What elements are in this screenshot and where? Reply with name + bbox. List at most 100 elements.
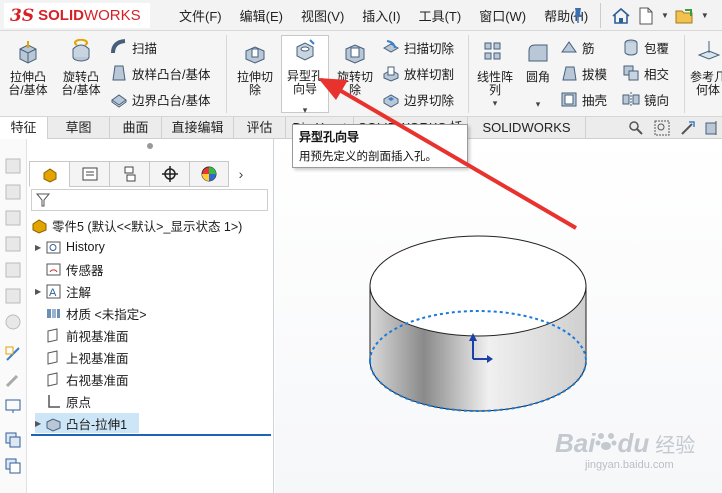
menu-edit[interactable]: 编辑(E): [231, 6, 292, 25]
plane-icon: [47, 371, 58, 387]
sketch-tool-icon[interactable]: [4, 157, 22, 175]
home-icon[interactable]: [611, 7, 631, 25]
plane-icon: [47, 327, 58, 343]
open-folder-icon[interactable]: [675, 7, 695, 25]
fillet-tool-icon[interactable]: [4, 261, 22, 279]
fillet-button[interactable]: 圆角 ▾: [520, 33, 556, 111]
tab-direct-editing[interactable]: 直接编辑: [162, 117, 234, 139]
lofted-cut-icon: [383, 66, 399, 82]
extruded-boss-button[interactable]: 拉伸凸 台/基体: [4, 33, 52, 97]
mirror-button[interactable]: 镜向: [622, 88, 669, 110]
menu-window[interactable]: 窗口(W): [470, 6, 535, 25]
chevron-right-icon[interactable]: ›: [229, 161, 253, 187]
boundary-boss-button[interactable]: 边界凸台/基体: [110, 88, 210, 110]
linear-pattern-dropdown-icon[interactable]: ▾: [472, 97, 518, 110]
pin-icon[interactable]: [570, 6, 586, 24]
zoom-area-icon[interactable]: [654, 120, 670, 136]
intersect-button[interactable]: 相交: [622, 62, 669, 84]
crosshair-icon: [161, 166, 178, 182]
history-icon: [46, 241, 61, 253]
previous-view-icon[interactable]: [680, 120, 696, 136]
tree-item-boss-extrude1[interactable]: ▶ 凸台-拉伸1: [35, 413, 139, 433]
tree-item-origin[interactable]: 原点: [45, 391, 91, 411]
panel-grip[interactable]: [147, 143, 153, 149]
menu-tools[interactable]: 工具(T): [410, 6, 471, 25]
tab-feature-tree[interactable]: [29, 161, 69, 187]
draft-button[interactable]: 拔模: [560, 62, 607, 84]
tree-item-annotations[interactable]: ▶ A 注解: [35, 281, 91, 301]
extrude-tool-icon[interactable]: [4, 183, 22, 201]
tree-item-label: 前视基准面: [66, 329, 129, 344]
hole-wizard-dropdown-icon[interactable]: ▾: [282, 104, 328, 117]
draft-label: 拔模: [582, 67, 608, 82]
wrap-button[interactable]: 包覆: [622, 36, 669, 58]
tree-root-label: 零件5 (默认<<默认>_显示状态 1>): [52, 219, 243, 234]
copy-tool-icon[interactable]: [4, 431, 22, 449]
tree-item-sensors[interactable]: 传感器: [45, 259, 104, 279]
tree-item-top-plane[interactable]: 上视基准面: [45, 347, 129, 367]
tab-solidworks-mbd[interactable]: SOLIDWORKS MBD: [468, 117, 586, 156]
rib-button[interactable]: 筋: [560, 36, 595, 58]
menu-help[interactable]: 帮助(H): [535, 6, 597, 25]
expand-arrow-icon[interactable]: ▶: [35, 243, 45, 252]
rollback-bar[interactable]: [31, 434, 271, 436]
rib-icon: [561, 41, 577, 53]
watermark-brand: Bai: [555, 428, 596, 458]
lofted-boss-icon: [112, 65, 126, 81]
edit-tool-icon[interactable]: [4, 371, 22, 389]
tab-evaluate[interactable]: 评估: [234, 117, 286, 139]
boundary-cut-button[interactable]: 边界切除: [382, 88, 454, 110]
tree-item-label: 材质 <未指定>: [66, 307, 147, 322]
revolved-cut-icon: [345, 44, 365, 64]
menu-view[interactable]: 视图(V): [292, 6, 353, 25]
section-view-icon[interactable]: [704, 120, 720, 136]
extruded-cut-button[interactable]: 拉伸切 除: [232, 33, 278, 97]
revolve-tool-icon[interactable]: [4, 209, 22, 227]
tab-features[interactable]: 特征: [0, 117, 48, 139]
lofted-boss-button[interactable]: 放样凸台/基体: [110, 62, 210, 84]
hole-wizard-button[interactable]: 异型孔 向导 ▾: [281, 35, 329, 115]
zoom-to-fit-icon[interactable]: [628, 120, 644, 136]
measure-tool-icon[interactable]: [4, 345, 22, 363]
shell-tool-icon[interactable]: [4, 313, 22, 331]
intersect-icon: [623, 65, 639, 81]
cut-tool-icon[interactable]: [4, 235, 22, 253]
filter-box[interactable]: [31, 189, 268, 211]
tree-root-part[interactable]: 零件5 (默认<<默认>_显示状态 1>): [31, 215, 242, 235]
expand-arrow-icon[interactable]: ▶: [35, 287, 45, 296]
menu-insert[interactable]: 插入(I): [353, 6, 409, 25]
view-tool-icon[interactable]: [4, 397, 22, 415]
linear-pattern-label: 线性阵 列: [476, 70, 513, 97]
linear-pattern-button[interactable]: 线性阵 列 ▾: [472, 33, 518, 110]
paste-tool-icon[interactable]: [4, 457, 22, 475]
tab-sketch[interactable]: 草图: [48, 117, 110, 139]
open-dropdown-icon[interactable]: ▼: [701, 11, 709, 20]
watermark-cn: 经验: [655, 435, 696, 457]
tab-display-manager[interactable]: [189, 161, 229, 187]
tree-item-material[interactable]: 材质 <未指定>: [45, 303, 147, 323]
swept-boss-button[interactable]: 扫描: [110, 36, 157, 58]
tab-dimxpert-manager[interactable]: [149, 161, 189, 187]
tab-surfaces[interactable]: 曲面: [110, 117, 162, 139]
tab-property-manager[interactable]: [69, 161, 109, 187]
tree-item-front-plane[interactable]: 前视基准面: [45, 325, 129, 345]
pattern-tool-icon[interactable]: [4, 287, 22, 305]
boundary-boss-label: 边界凸台/基体: [132, 93, 211, 108]
extruded-cut-icon: [245, 46, 265, 64]
tree-item-history[interactable]: ▶ History: [35, 237, 105, 257]
revolved-cut-button[interactable]: 旋转切 除: [332, 33, 378, 97]
tree-item-right-plane[interactable]: 右视基准面: [45, 369, 129, 389]
revolved-boss-label: 旋转凸 台/基体: [61, 70, 101, 97]
revolved-boss-button[interactable]: 旋转凸 台/基体: [56, 33, 106, 97]
solidworks-logo[interactable]: 3S SOLID WORKS: [4, 3, 150, 28]
lofted-cut-button[interactable]: 放样切割: [382, 62, 454, 84]
swept-cut-button[interactable]: 扫描切除: [382, 36, 454, 58]
fillet-dropdown-icon[interactable]: ▾: [520, 98, 556, 111]
reference-geometry-button[interactable]: 参考几 何体: [688, 33, 722, 97]
new-dropdown-icon[interactable]: ▼: [661, 11, 669, 20]
tab-configuration-manager[interactable]: [109, 161, 149, 187]
shell-button[interactable]: 抽壳: [560, 88, 607, 110]
new-document-icon[interactable]: [637, 7, 655, 25]
expand-arrow-icon[interactable]: ▶: [35, 419, 45, 428]
menu-file[interactable]: 文件(F): [170, 6, 231, 25]
